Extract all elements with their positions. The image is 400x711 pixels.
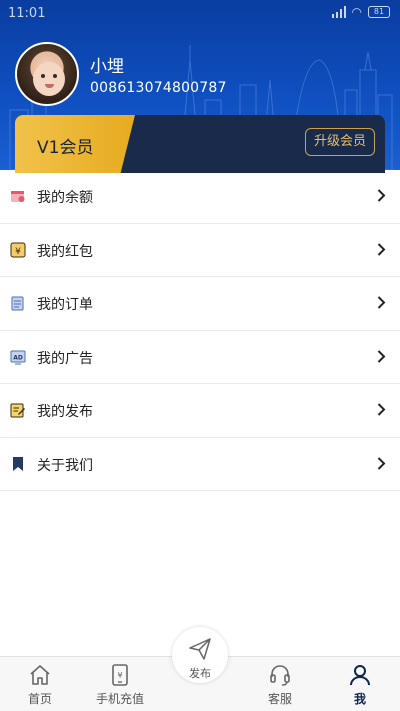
status-icons: ◠ 81 xyxy=(331,5,390,19)
tab-label: 手机充值 xyxy=(95,692,144,706)
svg-text:AD: AD xyxy=(13,354,23,361)
wifi-icon: ◠ xyxy=(351,5,362,19)
user-phone: 008613074800787 xyxy=(90,80,227,96)
svg-text:¥: ¥ xyxy=(117,671,122,680)
wallet-icon xyxy=(11,191,25,202)
chevron-right-icon xyxy=(377,189,386,202)
avatar[interactable] xyxy=(15,42,79,106)
menu-label: 我的红包 xyxy=(37,243,93,260)
tab-label: 客服 xyxy=(267,692,292,706)
home-icon xyxy=(30,665,50,685)
chevron-right-icon xyxy=(377,349,386,363)
menu-item-red-envelope[interactable]: ¥ 我的红包 xyxy=(0,224,400,277)
menu-item-balance[interactable]: 我的余额 xyxy=(0,170,400,224)
avatar-eye xyxy=(41,74,45,78)
menu-item-publish[interactable]: 我的发布 xyxy=(0,384,400,438)
chevron-right-icon xyxy=(377,296,386,309)
menu-item-ads[interactable]: AD 我的广告 xyxy=(0,331,400,384)
ad-icon: AD xyxy=(10,350,26,364)
user-name: 小埋 xyxy=(90,57,124,77)
bookmark-icon xyxy=(13,456,23,471)
customer-service-icon xyxy=(270,665,290,686)
paper-plane-icon xyxy=(189,638,211,660)
order-icon xyxy=(11,296,24,311)
menu-label: 我的余额 xyxy=(37,190,93,206)
publish-button[interactable]: 发布 xyxy=(172,627,228,683)
menu-item-orders[interactable]: 我的订单 xyxy=(0,277,400,331)
menu-list: 我的余额 ¥ 我的红包 我的订单 AD 我的广告 我的发布 关于我们 xyxy=(0,170,400,491)
menu-label: 我的发布 xyxy=(37,404,93,420)
upgrade-member-button[interactable]: 升级会员 xyxy=(304,128,375,156)
phone-recharge-icon: ¥ xyxy=(112,664,128,686)
svg-text:¥: ¥ xyxy=(15,247,21,257)
menu-label: 我的订单 xyxy=(37,297,93,313)
avatar-face xyxy=(33,62,65,96)
tab-label: 首页 xyxy=(27,692,52,706)
vip-card: V1会员 升级会员 xyxy=(15,115,385,173)
tab-customer-service[interactable]: 客服 xyxy=(245,657,315,711)
tab-me[interactable]: 我 xyxy=(325,657,395,711)
chevron-right-icon xyxy=(377,403,386,416)
menu-label: 关于我们 xyxy=(37,457,93,474)
publish-label: 发布 xyxy=(189,667,211,680)
vip-level: V1会员 xyxy=(37,138,94,158)
profile-icon xyxy=(350,665,370,686)
red-envelope-icon: ¥ xyxy=(10,242,26,257)
signal-icon xyxy=(331,6,346,18)
tab-home[interactable]: 首页 xyxy=(5,657,75,711)
chevron-right-icon xyxy=(377,456,386,470)
avatar-eye xyxy=(53,74,57,78)
tab-label: 我 xyxy=(353,692,366,706)
menu-label: 我的广告 xyxy=(37,350,93,367)
menu-item-about[interactable]: 关于我们 xyxy=(0,438,400,491)
status-time: 11:01 xyxy=(8,6,46,21)
battery-icon: 81 xyxy=(368,6,390,18)
profile-screen: 11:01 ◠ 81 小埋 008613074800787 V1会员 升级会员 xyxy=(0,0,400,711)
chevron-right-icon xyxy=(377,242,386,256)
tab-phone-recharge[interactable]: ¥ 手机充值 xyxy=(85,657,155,711)
status-bar: 11:01 ◠ 81 xyxy=(0,0,400,28)
publish-edit-icon xyxy=(10,403,25,418)
